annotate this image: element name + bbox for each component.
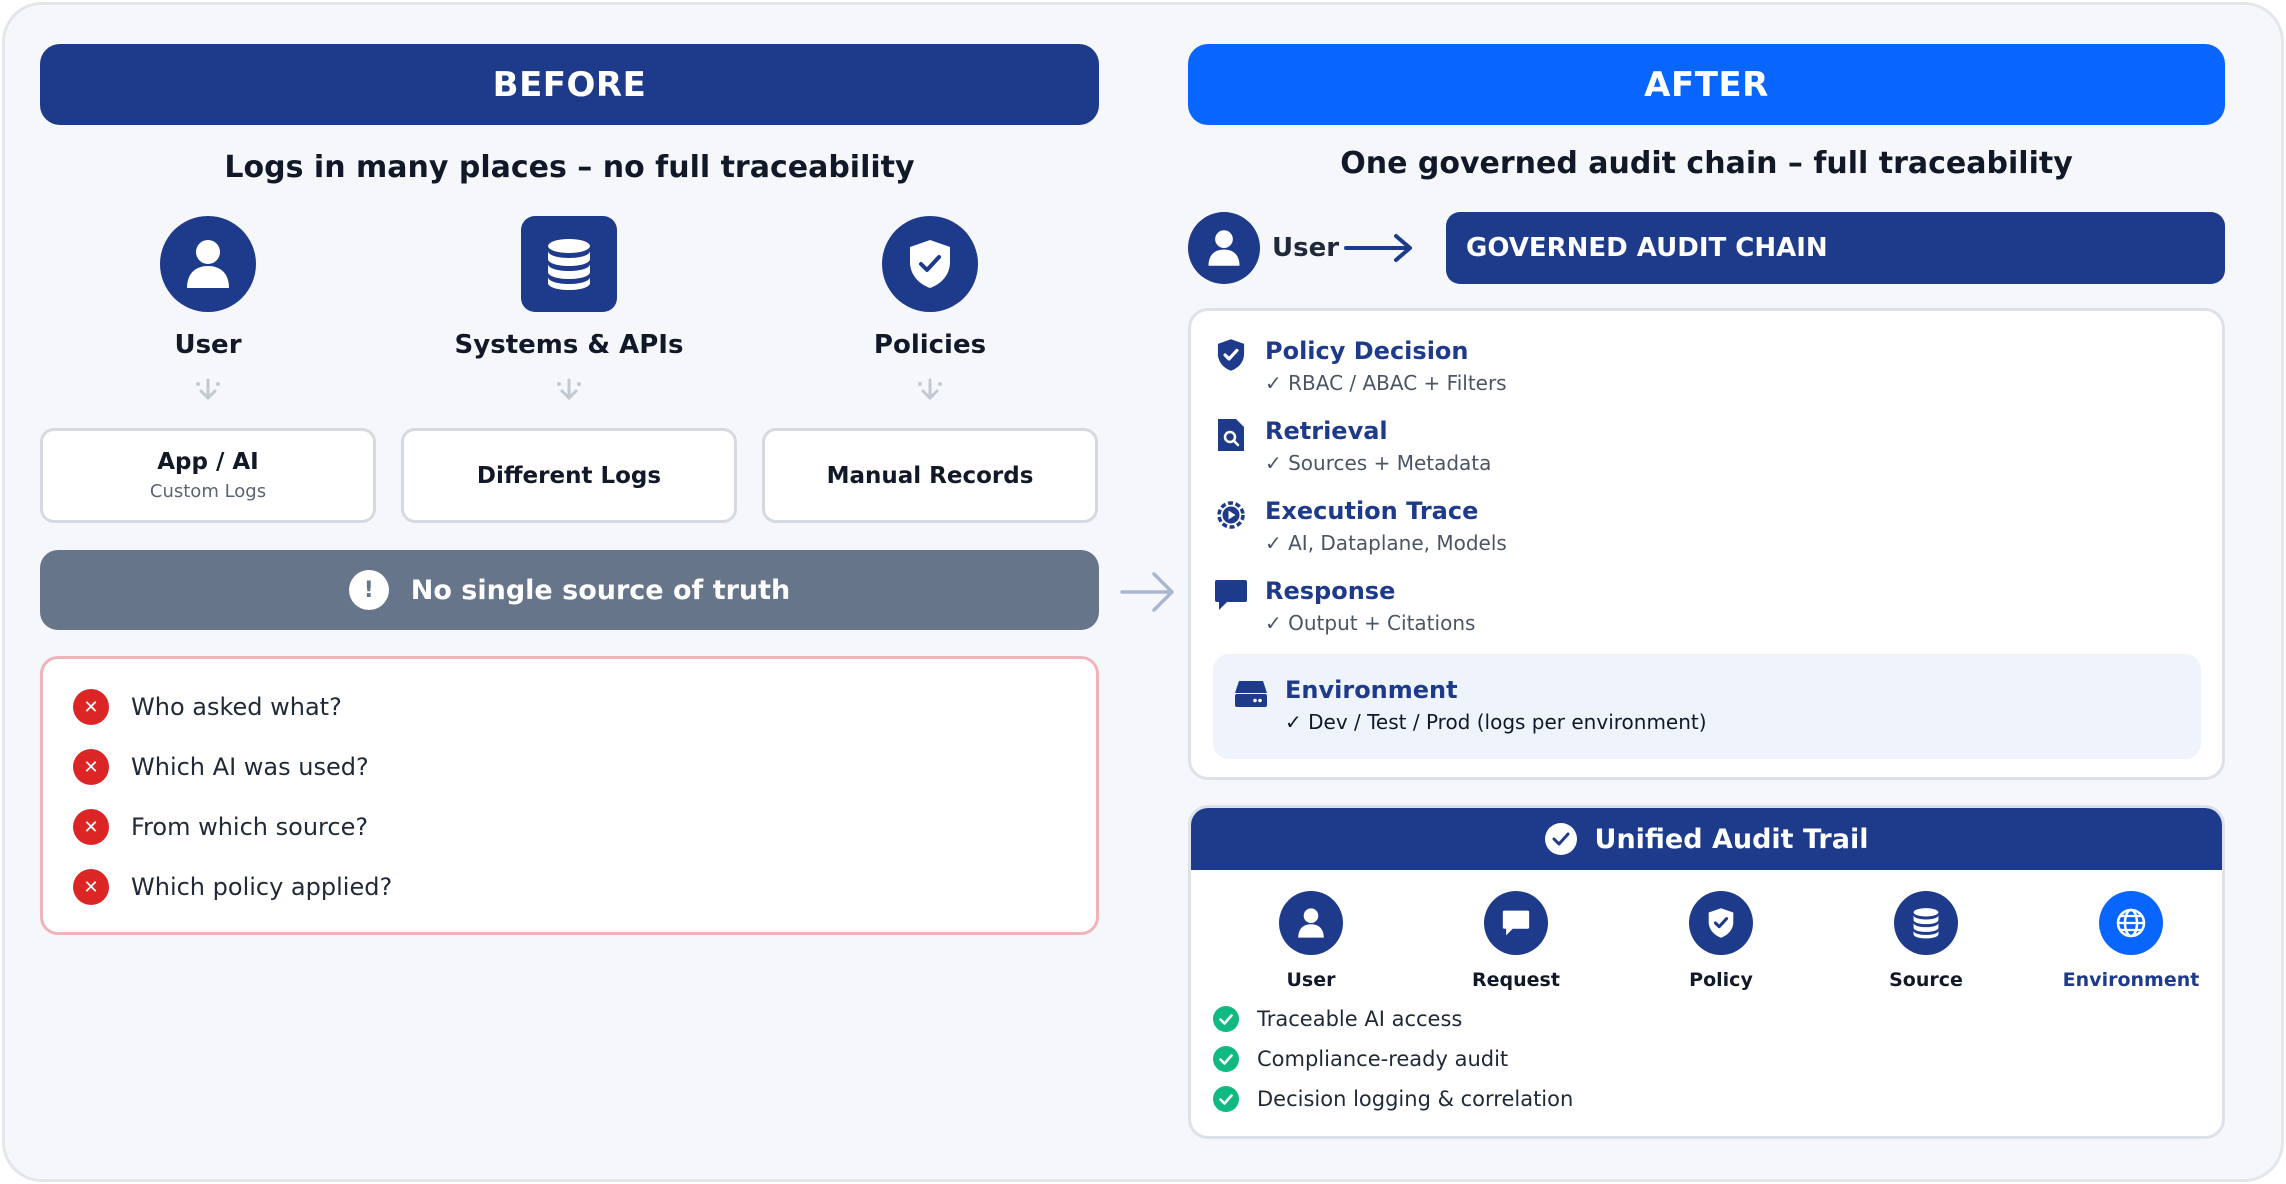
trail-item-label: Request — [1472, 969, 1560, 991]
column-label-policies: Policies — [873, 330, 987, 360]
before-header: BEFORE — [40, 44, 1099, 125]
trail-item-request: Request — [1436, 891, 1596, 991]
log-box-subtitle: Custom Logs — [149, 481, 267, 502]
server-icon — [1233, 676, 1269, 712]
unified-audit-trail-header: Unified Audit Trail — [1191, 808, 2222, 870]
user-icon — [160, 216, 256, 312]
step-detail: ✓ Sources + Metadata — [1265, 451, 1492, 475]
check-circle-icon — [1213, 1046, 1239, 1072]
trail-item-environment: Environment — [2051, 891, 2211, 991]
question-item: ✕ Which AI was used? — [73, 749, 369, 785]
after-header: AFTER — [1188, 44, 2225, 125]
database-icon — [1894, 891, 1958, 955]
down-arrow-icon — [554, 378, 584, 408]
step-detail: ✓ AI, Dataplane, Models — [1265, 531, 1507, 555]
no-single-source-banner: ! No single source of truth — [40, 550, 1099, 630]
log-box-title: App / AI — [157, 449, 259, 475]
benefit-item: Compliance-ready audit — [1213, 1046, 1508, 1072]
x-icon: ✕ — [73, 869, 109, 905]
environment-panel: Environment ✓ Dev / Test / Prod (logs pe… — [1213, 654, 2201, 759]
check-circle-icon — [1213, 1006, 1239, 1032]
step-detail: ✓ RBAC / ABAC + Filters — [1265, 371, 1507, 395]
step-title: Retrieval — [1265, 417, 1388, 445]
arrow-right-icon — [1118, 568, 1178, 620]
benefit-item: Traceable AI access — [1213, 1006, 1462, 1032]
no-single-source-label: No single source of truth — [410, 574, 791, 606]
check-circle-icon — [1213, 1086, 1239, 1112]
check-circle-icon — [1544, 823, 1577, 855]
question-text: Who asked what? — [131, 693, 342, 721]
shield-check-icon — [1689, 891, 1753, 955]
benefit-item: Decision logging & correlation — [1213, 1086, 1573, 1112]
step-detail: ✓ Dev / Test / Prod (logs per environmen… — [1285, 710, 1707, 734]
step-title: Response — [1265, 577, 1396, 605]
question-item: ✕ Who asked what? — [73, 689, 342, 725]
trail-item-source: Source — [1846, 891, 2006, 991]
down-arrow-icon — [915, 378, 945, 408]
user-icon — [1279, 891, 1343, 955]
globe-icon — [2099, 891, 2163, 955]
benefit-text: Traceable AI access — [1257, 1007, 1463, 1031]
trail-item-label: Source — [1889, 969, 1963, 991]
x-icon: ✕ — [73, 749, 109, 785]
trail-item-user: User — [1231, 891, 1391, 991]
trail-item-label: Environment — [2062, 969, 2200, 991]
shield-check-icon — [882, 216, 978, 312]
exclamation-icon: ! — [348, 570, 389, 610]
after-user-label: User — [1272, 233, 1340, 263]
step-title: Policy Decision — [1265, 337, 1469, 365]
down-arrow-icon — [193, 378, 223, 408]
step-detail: ✓ Output + Citations — [1265, 611, 1476, 635]
gear-play-icon — [1213, 497, 1249, 533]
governed-audit-chain-label: GOVERNED AUDIT CHAIN — [1466, 233, 1828, 263]
log-box-app-ai: App / AI Custom Logs — [40, 428, 376, 523]
log-box-different-logs: Different Logs — [401, 428, 737, 523]
step-environment: Environment ✓ Dev / Test / Prod (logs pe… — [1233, 676, 1707, 734]
x-icon: ✕ — [73, 689, 109, 725]
unified-audit-trail-card: Unified Audit Trail User Request Policy … — [1188, 805, 2225, 1139]
trail-item-policy: Policy — [1641, 891, 1801, 991]
step-retrieval: Retrieval ✓ Sources + Metadata — [1213, 417, 1491, 475]
trail-item-label: User — [1286, 969, 1336, 991]
trail-item-label: Policy — [1689, 969, 1753, 991]
step-title: Execution Trace — [1265, 497, 1479, 525]
after-subtitle: One governed audit chain – full traceabi… — [1340, 146, 2073, 181]
x-icon: ✕ — [73, 809, 109, 845]
question-item: ✕ From which source? — [73, 809, 368, 845]
governed-audit-chain-banner: GOVERNED AUDIT CHAIN — [1446, 212, 2225, 284]
benefit-text: Decision logging & correlation — [1257, 1087, 1574, 1111]
chat-bubble-icon — [1213, 577, 1249, 613]
log-box-title: Manual Records — [826, 462, 1034, 489]
document-search-icon — [1213, 417, 1249, 453]
benefit-text: Compliance-ready audit — [1257, 1047, 1509, 1071]
before-header-label: BEFORE — [492, 64, 647, 105]
database-icon — [521, 216, 617, 312]
unified-audit-trail-title: Unified Audit Trail — [1594, 823, 1869, 855]
after-header-label: AFTER — [1644, 64, 1769, 105]
step-response: Response ✓ Output + Citations — [1213, 577, 1475, 635]
column-label-user: User — [174, 330, 242, 360]
audit-chain-card: Policy Decision ✓ RBAC / ABAC + Filters … — [1188, 308, 2225, 780]
step-title: Environment — [1285, 676, 1458, 704]
shield-check-icon — [1213, 337, 1249, 373]
step-policy-decision: Policy Decision ✓ RBAC / ABAC + Filters — [1213, 337, 1507, 395]
arrow-right-icon — [1344, 232, 1416, 268]
open-questions-box: ✕ Who asked what? ✕ Which AI was used? ✕… — [40, 656, 1099, 935]
chat-bubble-icon — [1484, 891, 1548, 955]
step-execution-trace: Execution Trace ✓ AI, Dataplane, Models — [1213, 497, 1507, 555]
user-icon — [1188, 212, 1260, 284]
log-box-manual-records: Manual Records — [762, 428, 1098, 523]
question-text: Which AI was used? — [131, 753, 369, 781]
before-subtitle: Logs in many places – no full traceabili… — [224, 150, 915, 185]
question-item: ✕ Which policy applied? — [73, 869, 392, 905]
log-box-title: Different Logs — [476, 462, 662, 489]
question-text: Which policy applied? — [131, 873, 393, 901]
question-text: From which source? — [131, 813, 369, 841]
column-label-systems: Systems & APIs — [454, 330, 684, 360]
